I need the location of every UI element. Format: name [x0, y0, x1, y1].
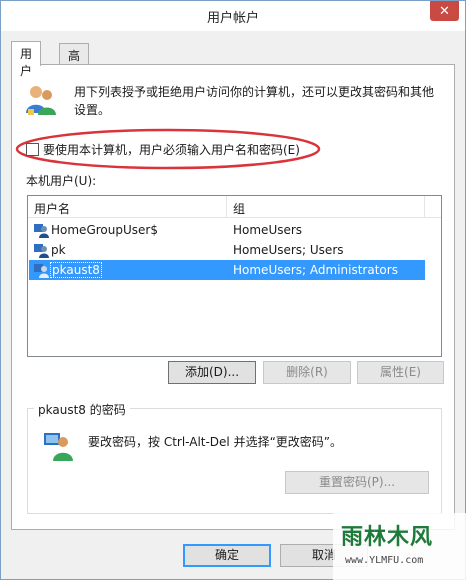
- list-header: 用户名 组: [28, 196, 441, 218]
- reset-password-button[interactable]: 重置密码(P)...: [285, 471, 429, 494]
- watermark-url: www.YLMFU.com: [345, 555, 424, 566]
- user-row-pk[interactable]: pk HomeUsers; Users: [29, 240, 425, 260]
- require-password-label: 要使用本计算机，用户必须输入用户名和密码(E): [43, 142, 300, 157]
- password-group-title: pkaust8 的密码: [34, 401, 130, 418]
- local-users-label: 本机用户(U):: [26, 174, 97, 188]
- remove-user-button[interactable]: 删除(R): [263, 361, 351, 384]
- properties-button[interactable]: 属性(E): [357, 361, 444, 384]
- user-group: HomeUsers; Administrators: [233, 263, 398, 277]
- close-button[interactable]: ✕: [430, 1, 459, 21]
- password-groupbox: [27, 408, 442, 514]
- user-group: HomeUsers; Users: [233, 243, 344, 257]
- user-name: pkaust8: [50, 262, 102, 278]
- user-group: HomeUsers: [233, 223, 303, 237]
- users-icon: [26, 86, 56, 115]
- window-title: 用户帐户: [206, 11, 259, 26]
- users-list[interactable]: 用户名 组 HomeGroupUser$ HomeUsers pk HomeUs…: [27, 195, 442, 357]
- column-separator[interactable]: [226, 196, 227, 218]
- user-accounts-window: 用户帐户 ✕ 用户 高级 用下列表授予或拒绝用户访问你的计算机，还可以更改其密码…: [0, 0, 466, 581]
- user-icon: [34, 224, 49, 238]
- watermark-text: 雨林木风: [341, 525, 434, 550]
- title-bar: 用户帐户 ✕: [1, 1, 465, 31]
- user-password-icon: [44, 433, 73, 461]
- column-group[interactable]: 组: [233, 200, 245, 217]
- close-icon: ✕: [439, 3, 450, 19]
- column-separator[interactable]: [424, 196, 425, 218]
- tab-users[interactable]: 用户: [11, 41, 42, 78]
- user-name: HomeGroupUser$: [51, 223, 158, 237]
- user-name: pk: [51, 243, 66, 257]
- user-icon: [34, 244, 49, 258]
- ok-button[interactable]: 确定: [183, 544, 271, 567]
- user-icon: [34, 264, 49, 278]
- description-text: 用下列表授予或拒绝用户访问你的计算机，还可以更改其密码和其他设置。: [74, 85, 435, 117]
- watermark: 雨林木风 www.YLMFU.com: [333, 513, 466, 581]
- user-row-homegroupuser[interactable]: HomeGroupUser$ HomeUsers: [29, 220, 425, 240]
- require-password-row[interactable]: 要使用本计算机，用户必须输入用户名和密码(E): [26, 140, 300, 158]
- add-user-button[interactable]: 添加(D)...: [168, 361, 256, 384]
- password-instructions: 要改密码，按 Ctrl-Alt-Del 并选择“更改密码”。: [88, 435, 343, 449]
- user-row-pkaust8[interactable]: pkaust8 HomeUsers; Administrators: [29, 260, 425, 280]
- column-username[interactable]: 用户名: [34, 200, 70, 217]
- tab-advanced[interactable]: 高级: [59, 43, 90, 80]
- require-password-checkbox[interactable]: [26, 142, 39, 156]
- users-tab-panel: 用下列表授予或拒绝用户访问你的计算机，还可以更改其密码和其他设置。 要使用本计算…: [11, 64, 455, 530]
